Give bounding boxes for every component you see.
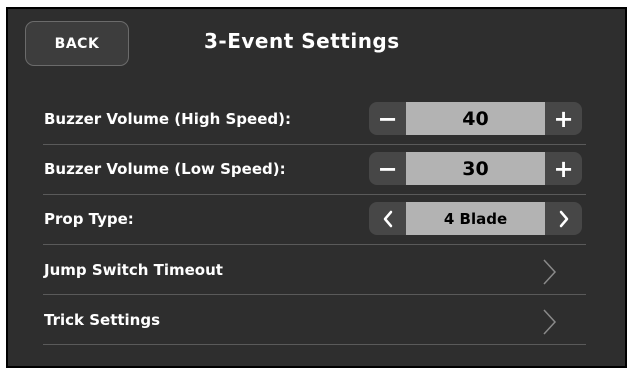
buzzer-low-value: 30 bbox=[406, 152, 545, 185]
jump-switch-timeout-label[interactable]: Jump Switch Timeout bbox=[44, 261, 223, 279]
chevron-right-icon[interactable] bbox=[540, 307, 560, 337]
buzzer-high-increment-button[interactable]: + bbox=[545, 102, 582, 135]
prop-type-next-button[interactable] bbox=[545, 202, 582, 235]
chevron-right-icon[interactable] bbox=[540, 257, 560, 287]
buzzer-low-decrement-button[interactable]: − bbox=[369, 152, 406, 185]
settings-screen: BACK 3-Event Settings Buzzer Volume (Hig… bbox=[6, 7, 627, 368]
prop-type-label: Prop Type: bbox=[44, 210, 134, 228]
buzzer-low-stepper: − 30 + bbox=[369, 152, 582, 185]
prop-type-prev-button[interactable] bbox=[369, 202, 406, 235]
divider bbox=[43, 144, 586, 145]
divider bbox=[43, 294, 586, 295]
buzzer-high-label: Buzzer Volume (High Speed): bbox=[44, 110, 291, 128]
page-title: 3-Event Settings bbox=[204, 29, 400, 53]
divider bbox=[43, 344, 586, 345]
divider bbox=[43, 244, 586, 245]
buzzer-high-decrement-button[interactable]: − bbox=[369, 102, 406, 135]
back-button[interactable]: BACK bbox=[25, 21, 129, 66]
divider bbox=[43, 194, 586, 195]
prop-type-value: 4 Blade bbox=[406, 202, 545, 235]
buzzer-low-label: Buzzer Volume (Low Speed): bbox=[44, 160, 286, 178]
buzzer-high-value: 40 bbox=[406, 102, 545, 135]
buzzer-high-stepper: − 40 + bbox=[369, 102, 582, 135]
prop-type-selector: 4 Blade bbox=[369, 202, 582, 235]
trick-settings-label[interactable]: Trick Settings bbox=[44, 311, 160, 329]
buzzer-low-increment-button[interactable]: + bbox=[545, 152, 582, 185]
chevron-right-icon bbox=[559, 210, 568, 227]
chevron-left-icon bbox=[383, 210, 392, 227]
